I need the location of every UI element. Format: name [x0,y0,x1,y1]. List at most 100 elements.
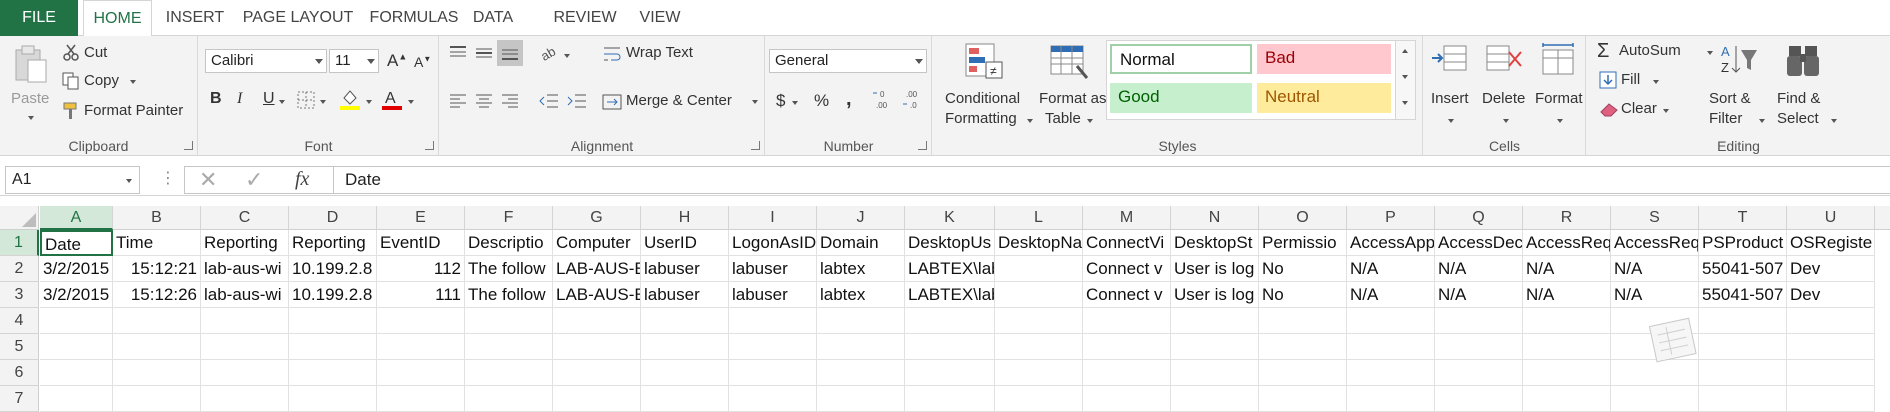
cell-l7[interactable] [995,386,1083,412]
column-header-k[interactable]: K [905,206,995,230]
column-header-d[interactable]: D [289,206,377,230]
cell-e1[interactable]: EventID [377,230,465,256]
wrap-text-button[interactable]: Wrap Text [602,44,742,66]
cell-g3[interactable]: LAB-AUS-E [553,282,641,308]
cell-r4[interactable] [1523,308,1611,334]
cell-d6[interactable] [289,360,377,386]
cell-j3[interactable]: labtex [817,282,905,308]
cell-o5[interactable] [1259,334,1347,360]
cell-n5[interactable] [1171,334,1259,360]
column-header-e[interactable]: E [377,206,465,230]
sort-filter-button[interactable]: A Z Sort & Filter [1707,40,1769,136]
cell-i4[interactable] [729,308,817,334]
cell-l1[interactable]: DesktopNa [995,230,1083,256]
cut-button[interactable]: Cut [60,44,180,66]
cell-d4[interactable] [289,308,377,334]
cell-i5[interactable] [729,334,817,360]
cell-c4[interactable] [201,308,289,334]
cell-s3[interactable]: N/A [1611,282,1699,308]
cell-a1[interactable]: Date [40,230,113,256]
cell-s2[interactable]: N/A [1611,256,1699,282]
cell-h6[interactable] [641,360,729,386]
cell-l3[interactable] [995,282,1083,308]
cell-q6[interactable] [1435,360,1523,386]
chevron-up-icon[interactable] [1402,49,1408,53]
align-top-icon[interactable] [448,44,468,62]
decrease-indent-icon[interactable] [538,92,560,110]
cell-j2[interactable]: labtex [817,256,905,282]
autosum-button[interactable]: Σ AutoSum [1597,40,1713,64]
cancel-icon[interactable]: ✕ [199,167,217,193]
cell-e7[interactable] [377,386,465,412]
column-header-t[interactable]: T [1699,206,1787,230]
cell-i2[interactable]: labuser [729,256,817,282]
cell-f4[interactable] [465,308,553,334]
orientation-icon[interactable]: ab [538,42,560,62]
cell-l6[interactable] [995,360,1083,386]
shrink-font-button[interactable]: A▼ [414,54,431,70]
format-cells-button[interactable]: Format [1532,40,1586,136]
align-right-icon[interactable] [500,92,520,110]
column-header-f[interactable]: F [465,206,553,230]
cell-h7[interactable] [641,386,729,412]
tab-insert[interactable]: INSERT [156,0,234,36]
column-header-g[interactable]: G [553,206,641,230]
align-bottom-button[interactable] [497,40,523,66]
row-header-3[interactable]: 3 [0,282,39,308]
cell-n1[interactable]: DesktopSt [1171,230,1259,256]
align-middle-icon[interactable] [474,44,494,62]
cell-f2[interactable]: The follow [465,256,553,282]
cell-b3[interactable]: 15:12:26 [113,282,201,308]
cell-e2[interactable]: 112 [377,256,465,282]
cell-b5[interactable] [113,334,201,360]
cell-k7[interactable] [905,386,995,412]
cell-q7[interactable] [1435,386,1523,412]
tab-formulas[interactable]: FORMULAS [364,0,464,36]
italic-button[interactable]: I [237,90,242,108]
cell-i1[interactable]: LogonAsID [729,230,817,256]
tab-view[interactable]: VIEW [634,0,686,36]
cell-b4[interactable] [113,308,201,334]
format-as-table-button[interactable]: Format as Table [1031,40,1107,136]
column-header-h[interactable]: H [641,206,729,230]
decrease-decimal-icon[interactable]: .00.0 [902,88,928,110]
cell-f3[interactable]: The follow [465,282,553,308]
cell-l5[interactable] [995,334,1083,360]
cell-h5[interactable] [641,334,729,360]
cell-e3[interactable]: 111 [377,282,465,308]
font-name-select[interactable]: Calibri [205,49,327,73]
gallery-scrollbar[interactable] [1395,41,1415,119]
cell-e6[interactable] [377,360,465,386]
column-header-b[interactable]: B [113,206,201,230]
cell-q2[interactable]: N/A [1435,256,1523,282]
cell-p4[interactable] [1347,308,1435,334]
cell-h2[interactable]: labuser [641,256,729,282]
cell-s7[interactable] [1611,386,1699,412]
cell-j1[interactable]: Domain [817,230,905,256]
cell-q1[interactable]: AccessDec [1435,230,1523,256]
cell-m2[interactable]: Connect v [1083,256,1171,282]
cell-q3[interactable]: N/A [1435,282,1523,308]
row-header-4[interactable]: 4 [0,308,39,334]
conditional-formatting-button[interactable]: ≠ Conditional Formatting [941,40,1033,136]
cell-d1[interactable]: Reporting [289,230,377,256]
cell-a6[interactable] [40,360,113,386]
insert-function-icon[interactable]: fx [295,168,309,191]
cell-e5[interactable] [377,334,465,360]
cell-a7[interactable] [40,386,113,412]
cell-r2[interactable]: N/A [1523,256,1611,282]
tab-page-layout[interactable]: PAGE LAYOUT [238,0,358,36]
format-painter-button[interactable]: Format Painter [60,102,196,124]
cell-c5[interactable] [201,334,289,360]
cell-u3[interactable]: Dev [1787,282,1875,308]
cell-a5[interactable] [40,334,113,360]
column-header-o[interactable]: O [1259,206,1347,230]
merge-center-button[interactable]: Merge & Center [602,92,762,114]
cell-t1[interactable]: PSProduct [1699,230,1787,256]
cell-n3[interactable]: User is log [1171,282,1259,308]
more-options-icon[interactable]: ⋮ [160,168,176,188]
cell-u4[interactable] [1787,308,1875,334]
more-icon[interactable] [1402,101,1408,105]
copy-button[interactable]: Copy [60,72,180,94]
percent-button[interactable]: % [814,91,829,111]
